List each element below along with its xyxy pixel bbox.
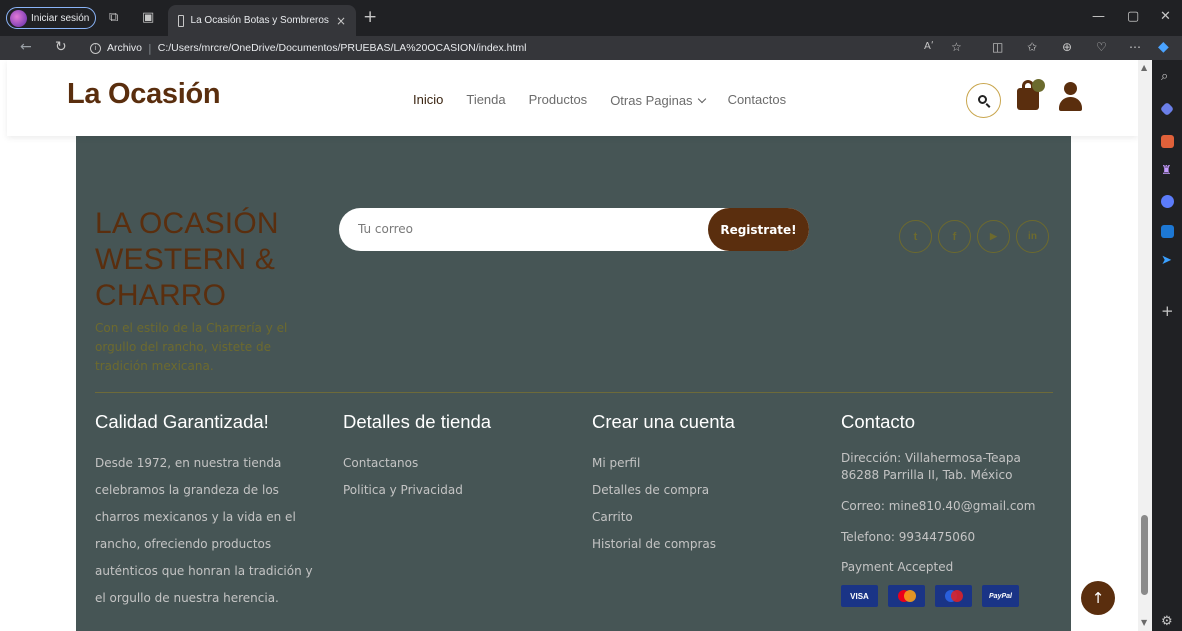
footer-col-store: Detalles de tienda Contactanos Politica … (343, 411, 573, 504)
page-scrollbar[interactable]: ▲ ▼ (1138, 60, 1152, 631)
sidebar-settings-icon[interactable]: ⚙ (1161, 615, 1173, 628)
site-footer: LA OCASIÓN WESTERN & CHARRO Con el estil… (76, 136, 1071, 631)
collections-icon[interactable]: ⊕ (1062, 41, 1072, 53)
facebook-icon[interactable]: f (938, 220, 971, 253)
tab-actions-icon[interactable]: ▣ (142, 11, 154, 24)
back-to-top-button[interactable]: ↑ (1081, 581, 1115, 615)
add-sidebar-app-icon[interactable]: + (1161, 304, 1174, 319)
chevron-down-icon (697, 94, 706, 104)
nav-productos[interactable]: Productos (529, 92, 588, 107)
copilot-icon[interactable]: ◆ (1158, 40, 1169, 54)
profile-avatar (10, 9, 27, 27)
visa-card-icon: VISA (841, 585, 878, 607)
shopping-tag-icon[interactable] (1159, 101, 1175, 117)
link-contactanos[interactable]: Contactanos (343, 450, 573, 477)
link-historial-compras[interactable]: Historial de compras (592, 531, 822, 558)
window-close-icon[interactable]: ✕ (1160, 10, 1171, 23)
main-nav: Inicio Tienda Productos Otras Paginas Co… (413, 90, 786, 109)
site-info-icon[interactable]: i (90, 42, 101, 54)
address-bar: ← ↻ i Archivo | C:/Users/mrcre/OneDrive/… (0, 36, 1182, 60)
new-tab-button[interactable]: + (363, 9, 377, 26)
nav-otras-paginas-dropdown[interactable]: Otras Paginas (610, 90, 706, 109)
browser-tab[interactable]: La Ocasión Botas y Sombreros × (168, 5, 356, 36)
payment-accepted-label: Payment Accepted (841, 560, 954, 574)
tools-icon[interactable] (1161, 135, 1174, 148)
favorite-star-icon[interactable]: ☆ (951, 41, 962, 53)
contact-address: Dirección: Villahermosa-Teapa 86288 Parr… (841, 451, 1021, 482)
newsletter-email-input[interactable] (358, 218, 688, 240)
cart-badge (1032, 79, 1045, 92)
footer-brand-tagline: Con el estilo de la Charrería y el orgul… (95, 321, 288, 373)
paypal-icon: PayPal (982, 585, 1019, 607)
footer-col-account: Crear una cuenta Mi perfil Detalles de c… (592, 411, 822, 558)
more-menu-icon[interactable]: ⋯ (1129, 41, 1141, 53)
outlook-icon[interactable] (1161, 225, 1174, 238)
link-carrito[interactable]: Carrito (592, 504, 822, 531)
back-icon[interactable]: ← (20, 40, 32, 54)
nav-inicio[interactable]: Inicio (413, 92, 443, 107)
favorites-icon[interactable]: ✩ (1027, 41, 1037, 53)
browser-side-panel: ⌕ ♜ ➤ + ⚙ (1152, 60, 1182, 631)
col-title-store: Detalles de tienda (343, 411, 492, 432)
page-icon (178, 14, 184, 27)
nav-contactos[interactable]: Contactos (728, 92, 787, 107)
scroll-up-arrow-icon[interactable]: ▲ (1141, 64, 1147, 72)
newsletter-form: Registrate! (339, 208, 809, 251)
browser-essentials-icon[interactable]: ♡ (1096, 41, 1107, 53)
col-title-quality: Calidad Garantizada! (95, 411, 269, 432)
site-logo[interactable]: La Ocasión (67, 78, 221, 111)
tab-title: La Ocasión Botas y Sombreros (190, 15, 329, 26)
minimize-icon[interactable]: — (1092, 10, 1105, 23)
newsletter-signup-button[interactable]: Registrate! (708, 208, 809, 251)
payment-cards: VISA PayPal (841, 585, 1056, 607)
omnibox[interactable]: i Archivo | C:/Users/mrcre/OneDrive/Docu… (90, 38, 900, 58)
contact-phone: Telefono: 9934475060 (841, 530, 976, 544)
page-viewport: La Ocasión Inicio Tienda Productos Otras… (0, 60, 1138, 631)
address-url[interactable]: C:/Users/mrcre/OneDrive/Documentos/PRUEB… (158, 42, 527, 54)
footer-col-quality: Calidad Garantizada! Desde 1972, en nues… (95, 411, 325, 612)
col-title-account: Crear una cuenta (592, 411, 735, 432)
user-icon-body[interactable] (1059, 97, 1082, 111)
tab-close-icon[interactable]: × (336, 14, 346, 28)
read-aloud-icon[interactable]: Aʹ (924, 42, 934, 52)
profile-label: Iniciar sesión (31, 12, 90, 24)
profile-button[interactable]: Iniciar sesión (6, 7, 96, 29)
maestro-icon (935, 585, 972, 607)
mastercard-icon (888, 585, 925, 607)
site-header: La Ocasión Inicio Tienda Productos Otras… (7, 60, 1138, 136)
user-icon[interactable] (1064, 82, 1077, 95)
browser-tab-bar: Iniciar sesión ⧉ ▣ La Ocasión Botas y So… (0, 0, 1182, 36)
twitter-icon[interactable]: t (899, 220, 932, 253)
games-icon[interactable]: ♜ (1161, 164, 1172, 176)
search-icon (978, 95, 987, 104)
search-button[interactable] (966, 83, 1001, 118)
address-separator: | (148, 41, 152, 55)
youtube-icon[interactable]: ▶ (977, 220, 1010, 253)
side-search-icon[interactable]: ⌕ (1161, 70, 1168, 83)
footer-col-contact: Contacto Dirección: Villahermosa-Teapa 8… (841, 411, 1056, 607)
link-politica-privacidad[interactable]: Politica y Privacidad (343, 477, 573, 504)
contact-email: Correo: mine810.40@gmail.com (841, 499, 1036, 513)
nav-otras-paginas[interactable]: Otras Paginas (610, 93, 692, 108)
link-mi-perfil[interactable]: Mi perfil (592, 450, 822, 477)
arrow-up-icon: ↑ (1091, 589, 1105, 607)
workspaces-icon[interactable]: ⧉ (109, 11, 118, 24)
split-screen-icon[interactable]: ◫ (992, 41, 1003, 53)
footer-divider (95, 392, 1053, 393)
nav-tienda[interactable]: Tienda (466, 92, 505, 107)
send-icon[interactable]: ➤ (1161, 254, 1172, 267)
scroll-down-arrow-icon[interactable]: ▼ (1141, 619, 1147, 627)
copilot-side-icon[interactable] (1161, 195, 1174, 208)
linkedin-icon[interactable]: in (1016, 220, 1049, 253)
maximize-icon[interactable]: ▢ (1127, 10, 1139, 23)
footer-brand-title: LA OCASIÓN WESTERN & CHARRO (95, 207, 279, 312)
scroll-thumb[interactable] (1141, 515, 1148, 595)
file-scheme-label: Archivo (107, 42, 143, 54)
col-text-quality: Desde 1972, en nuestra tienda celebramos… (95, 456, 313, 605)
col-title-contact: Contacto (841, 411, 916, 432)
reload-icon[interactable]: ↻ (55, 40, 67, 54)
link-detalles-compra[interactable]: Detalles de compra (592, 477, 822, 504)
